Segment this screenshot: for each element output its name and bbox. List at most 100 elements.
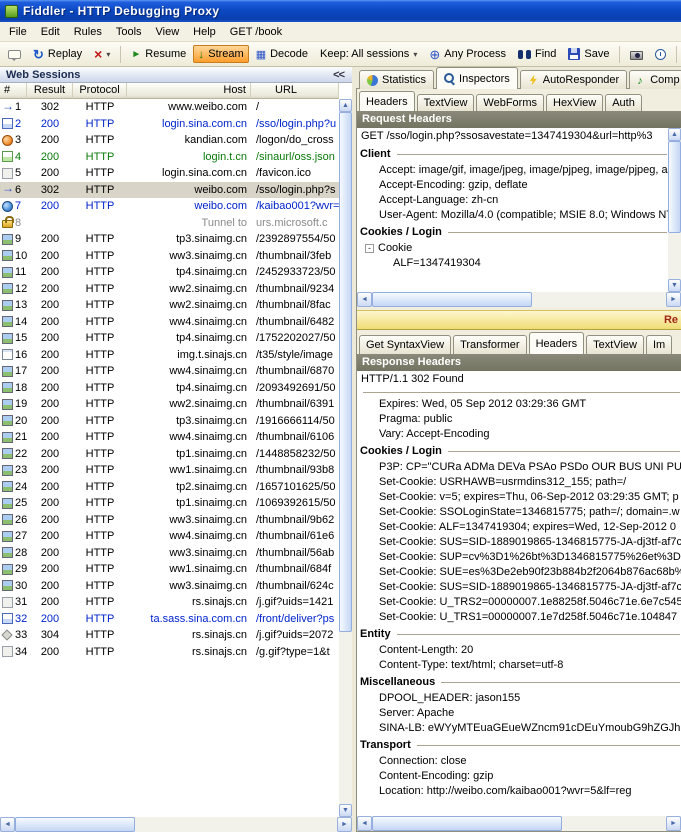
- session-row[interactable]: 1302HTTPwww.weibo.com/: [0, 99, 339, 116]
- header-entry[interactable]: Set-Cookie: U_TRS2=00000007.1e88258f.504…: [357, 595, 681, 610]
- session-row[interactable]: 25200HTTPtp1.sinaimg.cn/1069392615/50: [0, 495, 339, 512]
- tab-statistics[interactable]: Statistics: [359, 70, 434, 89]
- session-row[interactable]: 29200HTTPww1.sinaimg.cn/thumbnail/684f: [0, 561, 339, 578]
- title-bar[interactable]: Fiddler - HTTP Debugging Proxy: [0, 0, 681, 22]
- sessions-horizontal-scrollbar[interactable]: ◄ ►: [0, 817, 352, 832]
- session-row[interactable]: 14200HTTPww4.sinaimg.cn/thumbnail/6482: [0, 314, 339, 331]
- column-header-protocol[interactable]: Protocol: [73, 83, 127, 99]
- header-entry[interactable]: Content-Encoding: gzip: [357, 769, 681, 784]
- session-row[interactable]: 23200HTTPww1.sinaimg.cn/thumbnail/93b8: [0, 462, 339, 479]
- scroll-up-icon[interactable]: ▲: [668, 128, 681, 141]
- scroll-left-icon[interactable]: ◄: [0, 817, 15, 832]
- scroll-left-icon[interactable]: ◄: [357, 292, 372, 307]
- session-row[interactable]: 8Tunnel tours.microsoft.c: [0, 215, 339, 232]
- session-row[interactable]: 2200HTTPlogin.sina.com.cn/sso/login.php?…: [0, 116, 339, 133]
- scroll-up-icon[interactable]: ▲: [339, 99, 352, 112]
- header-entry[interactable]: Vary: Accept-Encoding: [357, 427, 681, 442]
- header-entry[interactable]: Set-Cookie: U_TRS1=00000007.1e7d258f.504…: [357, 610, 681, 625]
- comment-button[interactable]: [3, 46, 26, 62]
- session-row[interactable]: 15200HTTPtp4.sinaimg.cn/1752202027/50: [0, 330, 339, 347]
- scrollbar-thumb[interactable]: [372, 292, 532, 307]
- header-entry[interactable]: P3P: CP="CURa ADMa DEVa PSAo PSDo OUR BU…: [357, 460, 681, 475]
- menu-item-rules[interactable]: Rules: [67, 23, 109, 41]
- session-row[interactable]: 9200HTTPtp3.sinaimg.cn/2392897554/50: [0, 231, 339, 248]
- session-row[interactable]: 3200HTTPkandian.com/logon/do_cross: [0, 132, 339, 149]
- session-row[interactable]: 21200HTTPww4.sinaimg.cn/thumbnail/6106: [0, 429, 339, 446]
- column-header-result[interactable]: Result: [27, 83, 73, 99]
- find-button[interactable]: Find: [513, 45, 561, 63]
- request-tab-hexview[interactable]: HexView: [546, 94, 603, 111]
- tab-autoresponder[interactable]: AutoResponder: [520, 70, 627, 89]
- header-entry[interactable]: Set-Cookie: USRHAWB=usrmdins312_155; pat…: [357, 475, 681, 490]
- scroll-right-icon[interactable]: ►: [666, 292, 681, 307]
- collapse-box-icon[interactable]: -: [365, 244, 374, 253]
- column-header-host[interactable]: Host: [127, 83, 251, 99]
- scrollbar-thumb[interactable]: [372, 816, 562, 831]
- header-entry[interactable]: SINA-LB: eWYyMTEuaGEueWZncm91cDEuYmoubG9…: [357, 721, 681, 736]
- any-process-button[interactable]: ⊕Any Process: [424, 45, 511, 64]
- stream-button[interactable]: ↓Stream: [193, 45, 248, 63]
- column-header-url[interactable]: URL: [251, 83, 339, 99]
- keep-sessions-dropdown[interactable]: Keep: All sessions▾: [315, 45, 422, 63]
- scroll-right-icon[interactable]: ►: [337, 817, 352, 832]
- header-entry[interactable]: Content-Length: 20: [357, 643, 681, 658]
- header-entry[interactable]: Accept-Language: zh-cn: [357, 193, 668, 208]
- scroll-left-icon[interactable]: ◄: [357, 816, 372, 831]
- encoding-warning-bar[interactable]: Re: [357, 310, 681, 330]
- header-entry[interactable]: Set-Cookie: SUS=SID-1889019865-134681577…: [357, 535, 681, 550]
- header-entry[interactable]: Set-Cookie: SUP=cv%3D1%26bt%3D1346815775…: [357, 550, 681, 565]
- session-row[interactable]: 26200HTTPww3.sinaimg.cn/thumbnail/9b62: [0, 512, 339, 529]
- response-tab-textview[interactable]: TextView: [586, 335, 644, 354]
- scrollbar-thumb[interactable]: [15, 817, 135, 832]
- collapse-panel-button[interactable]: <<: [333, 69, 344, 81]
- replay-button[interactable]: ↻Replay: [28, 45, 87, 64]
- session-row[interactable]: 34200HTTPrs.sinajs.cn/g.gif?type=1&t: [0, 644, 339, 661]
- scroll-down-icon[interactable]: ▼: [668, 279, 681, 292]
- request-vertical-scrollbar[interactable]: ▲ ▼: [668, 128, 681, 292]
- decode-button[interactable]: ▦Decode: [251, 45, 313, 64]
- session-row[interactable]: 32200HTTPta.sass.sina.com.cn/front/deliv…: [0, 611, 339, 628]
- scroll-right-icon[interactable]: ►: [666, 816, 681, 831]
- screenshot-button[interactable]: [625, 46, 648, 63]
- response-tab-im[interactable]: Im: [646, 335, 672, 354]
- header-entry[interactable]: -Cookie: [357, 241, 668, 256]
- header-entry[interactable]: Set-Cookie: SSOLoginState=1346815775; pa…: [357, 505, 681, 520]
- sessions-vertical-scrollbar[interactable]: ▲ ▼: [339, 99, 352, 817]
- session-row[interactable]: 13200HTTPww2.sinaimg.cn/thumbnail/8fac: [0, 297, 339, 314]
- tab-comp[interactable]: Comp: [629, 70, 681, 89]
- header-entry[interactable]: Expires: Wed, 05 Sep 2012 03:29:36 GMT: [357, 397, 681, 412]
- menu-item-edit[interactable]: Edit: [34, 23, 67, 41]
- menu-item-view[interactable]: View: [149, 23, 187, 41]
- session-row[interactable]: 17200HTTPww4.sinaimg.cn/thumbnail/6870: [0, 363, 339, 380]
- timer-button[interactable]: [650, 46, 671, 63]
- header-entry[interactable]: Accept: image/gif, image/jpeg, image/pjp…: [357, 163, 668, 178]
- session-row[interactable]: 31200HTTPrs.sinajs.cn/j.gif?uids=1421: [0, 594, 339, 611]
- session-row[interactable]: 7200HTTPweibo.com/kaibao001?wvr=: [0, 198, 339, 215]
- header-entry[interactable]: Set-Cookie: ALF=1347419304; expires=Wed,…: [357, 520, 681, 535]
- session-row[interactable]: 22200HTTPtp1.sinaimg.cn/1448858232/50: [0, 446, 339, 463]
- session-row[interactable]: 28200HTTPww3.sinaimg.cn/thumbnail/56ab: [0, 545, 339, 562]
- request-line[interactable]: GET /sso/login.php?ssosavestate=13474193…: [357, 128, 668, 145]
- header-entry[interactable]: Server: Apache: [357, 706, 681, 721]
- session-row[interactable]: 24200HTTPtp2.sinaimg.cn/1657101625/50: [0, 479, 339, 496]
- request-tab-textview[interactable]: TextView: [417, 94, 475, 111]
- header-entry[interactable]: Location: http://weibo.com/kaibao001?wvr…: [357, 784, 681, 799]
- session-row[interactable]: 27200HTTPww4.sinaimg.cn/thumbnail/61e6: [0, 528, 339, 545]
- header-entry[interactable]: ALF=1347419304: [357, 256, 668, 271]
- session-row[interactable]: 12200HTTPww2.sinaimg.cn/thumbnail/9234: [0, 281, 339, 298]
- response-tab-get-syntaxview[interactable]: Get SyntaxView: [359, 335, 451, 354]
- scrollbar-thumb[interactable]: [668, 141, 681, 233]
- header-entry[interactable]: Accept-Encoding: gzip, deflate: [357, 178, 668, 193]
- resume-button[interactable]: ►Resume: [126, 45, 191, 63]
- menu-item-help[interactable]: Help: [186, 23, 223, 41]
- session-row[interactable]: 30200HTTPww3.sinaimg.cn/thumbnail/624c: [0, 578, 339, 595]
- response-status-line[interactable]: HTTP/1.1 302 Found: [357, 371, 681, 388]
- session-row[interactable]: 4200HTTPlogin.t.cn/sinaurl/oss.json: [0, 149, 339, 166]
- session-row[interactable]: 10200HTTPww3.sinaimg.cn/thumbnail/3feb: [0, 248, 339, 265]
- header-entry[interactable]: Set-Cookie: v=5; expires=Thu, 06-Sep-201…: [357, 490, 681, 505]
- request-tab-headers[interactable]: Headers: [359, 91, 415, 111]
- session-row[interactable]: 16200HTTPimg.t.sinajs.cn/t35/style/image: [0, 347, 339, 364]
- session-row[interactable]: 20200HTTPtp3.sinaimg.cn/1916666114/50: [0, 413, 339, 430]
- menu-item-get-book[interactable]: GET /book: [223, 23, 289, 41]
- tab-inspectors[interactable]: Inspectors: [436, 67, 518, 89]
